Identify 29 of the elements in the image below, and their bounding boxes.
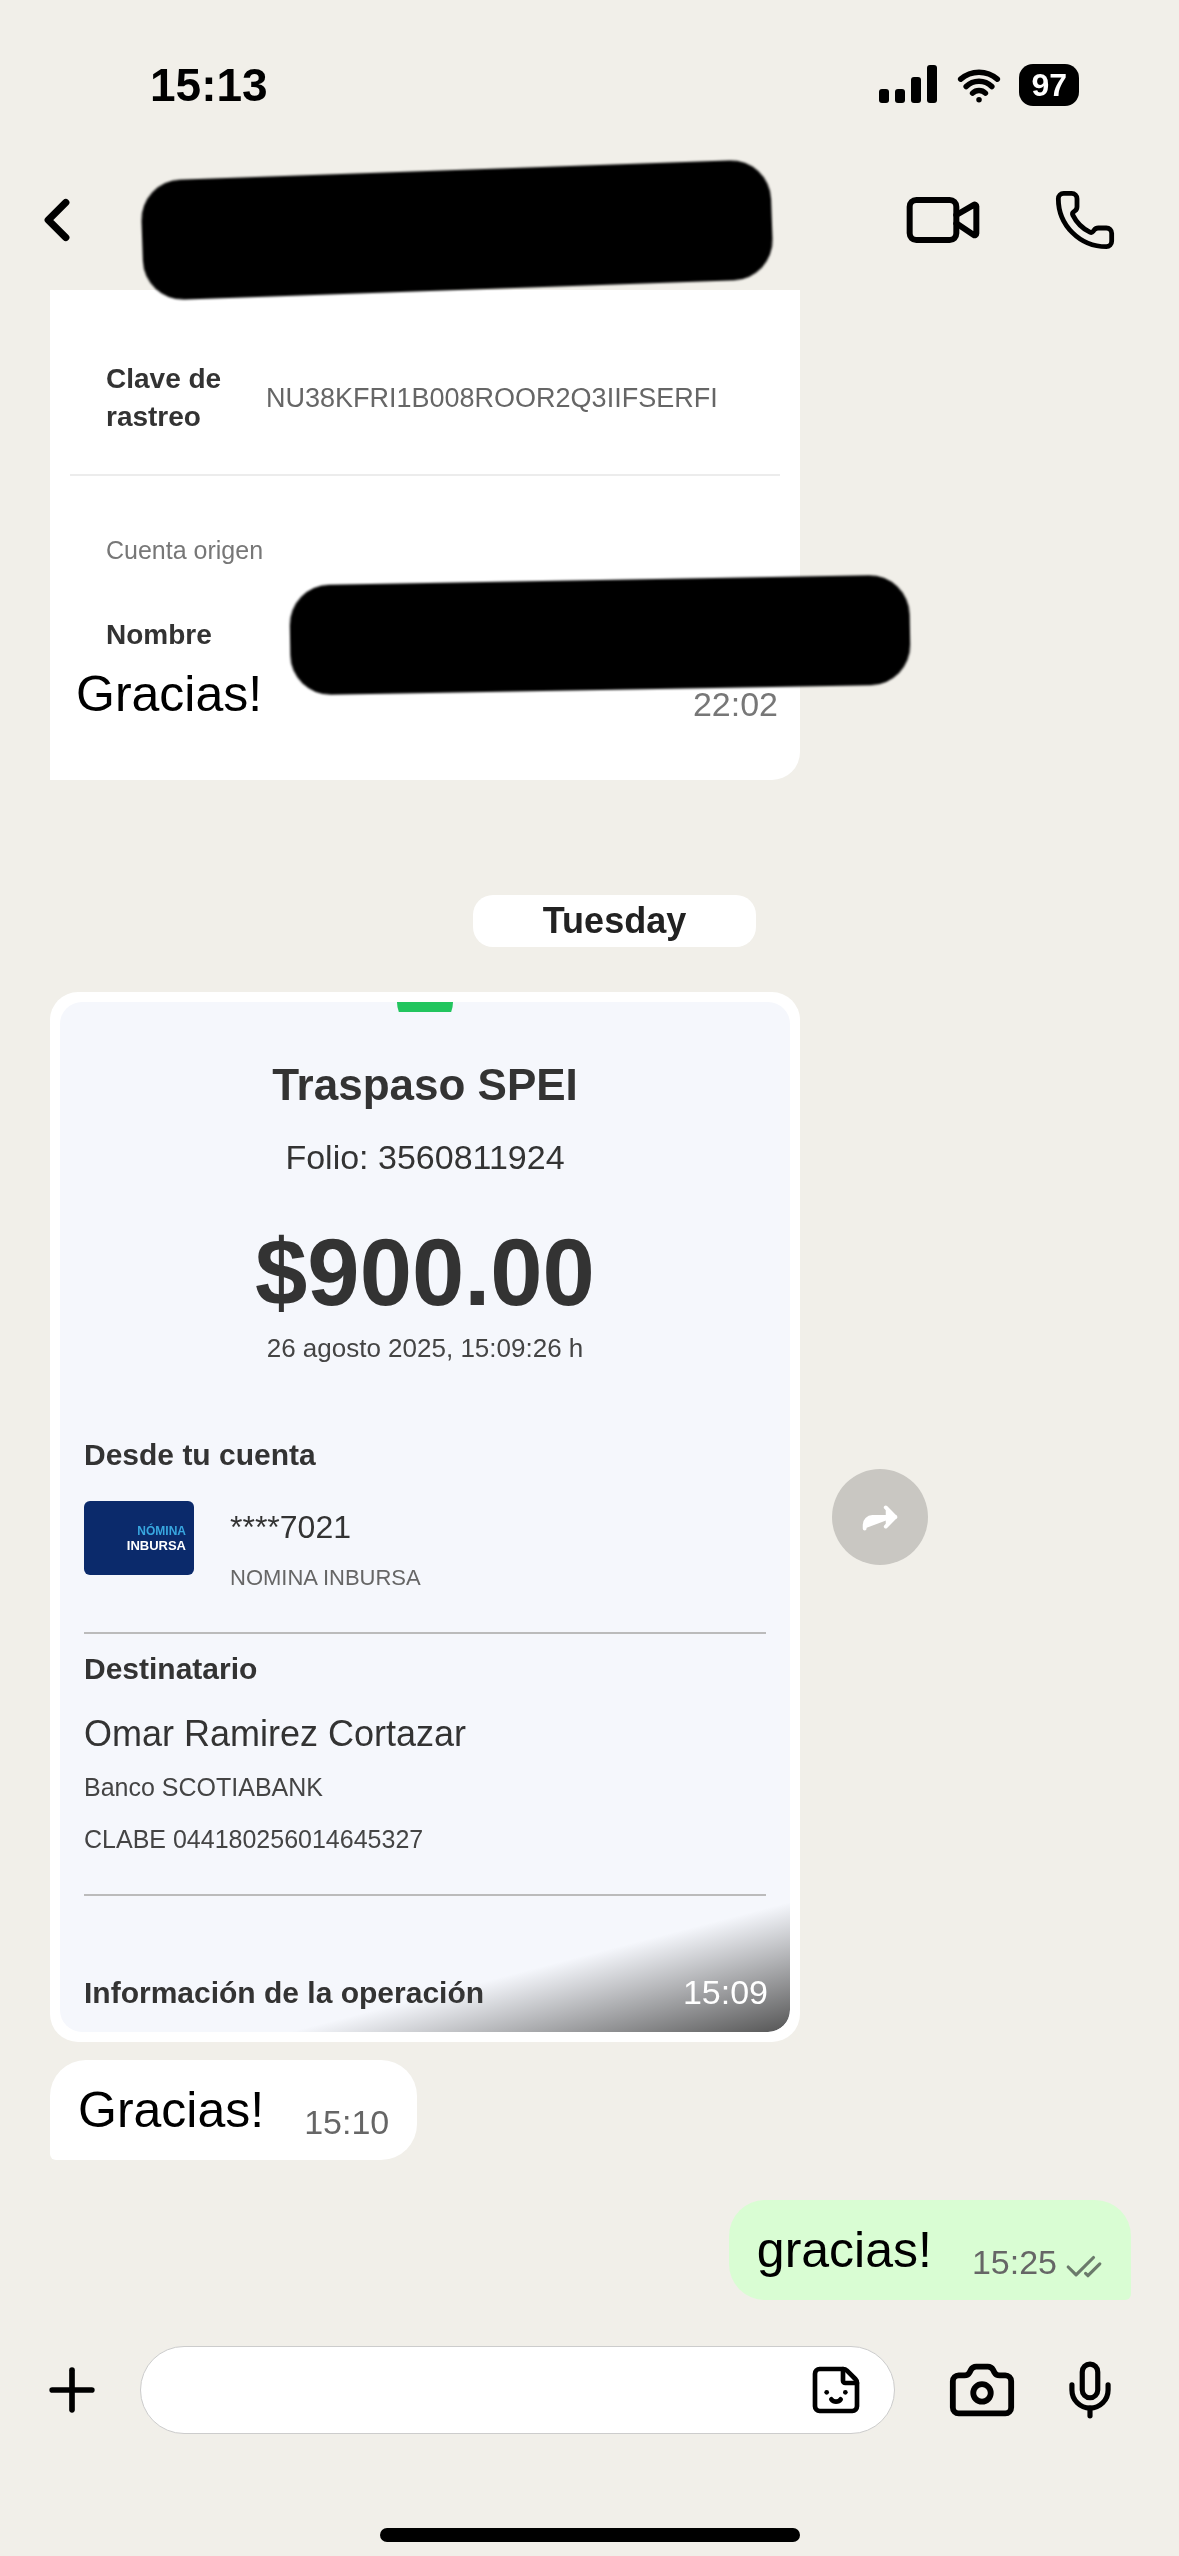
battery-level: 97: [1019, 64, 1079, 106]
phone-icon[interactable]: [1053, 188, 1117, 252]
receipt-title: Traspaso SPEI: [272, 1059, 578, 1111]
bank-logo: NÓMINA INBURSA: [84, 1501, 194, 1575]
clabe-number: CLABE 044180256014645327: [84, 1823, 425, 1855]
field-value: NU38KFRI1B008ROOR2Q3IIFSERFI: [266, 381, 718, 415]
account-number: ****7021: [230, 1508, 352, 1547]
message-time: 15:25: [971, 2242, 1057, 2283]
message-time: 15:09: [682, 1972, 768, 2013]
amount: $900.00: [255, 1223, 595, 1323]
section-heading: Desde tu cuenta: [84, 1437, 317, 1473]
field-label: Clave de rastreo: [106, 362, 223, 434]
message-time: 15:10: [304, 2102, 390, 2143]
field-label: Nombre: [106, 617, 213, 652]
status-time: 15:13: [150, 57, 268, 113]
section-heading: Información de la operación: [84, 1975, 485, 2011]
account-name: NOMINA INBURSA: [230, 1564, 421, 1592]
section-label: Cuenta origen: [106, 535, 265, 566]
transfer-date: 26 agosto 2025, 15:09:26 h: [266, 1332, 584, 1365]
message-time: 22:02: [692, 683, 778, 725]
date-chip: Tuesday: [472, 895, 757, 947]
signal-icon: [879, 65, 940, 105]
recipient-name: Omar Ramirez Cortazar: [84, 1712, 468, 1756]
message-text: gracias!: [756, 2222, 932, 2278]
bank-name: Banco SCOTIABANK: [84, 1772, 324, 1803]
section-heading: Destinatario: [84, 1651, 259, 1687]
message-text: Gracias!: [76, 665, 263, 722]
folio-number: Folio: 3560811924: [285, 1137, 565, 1178]
message-text: Gracias!: [78, 2082, 265, 2138]
